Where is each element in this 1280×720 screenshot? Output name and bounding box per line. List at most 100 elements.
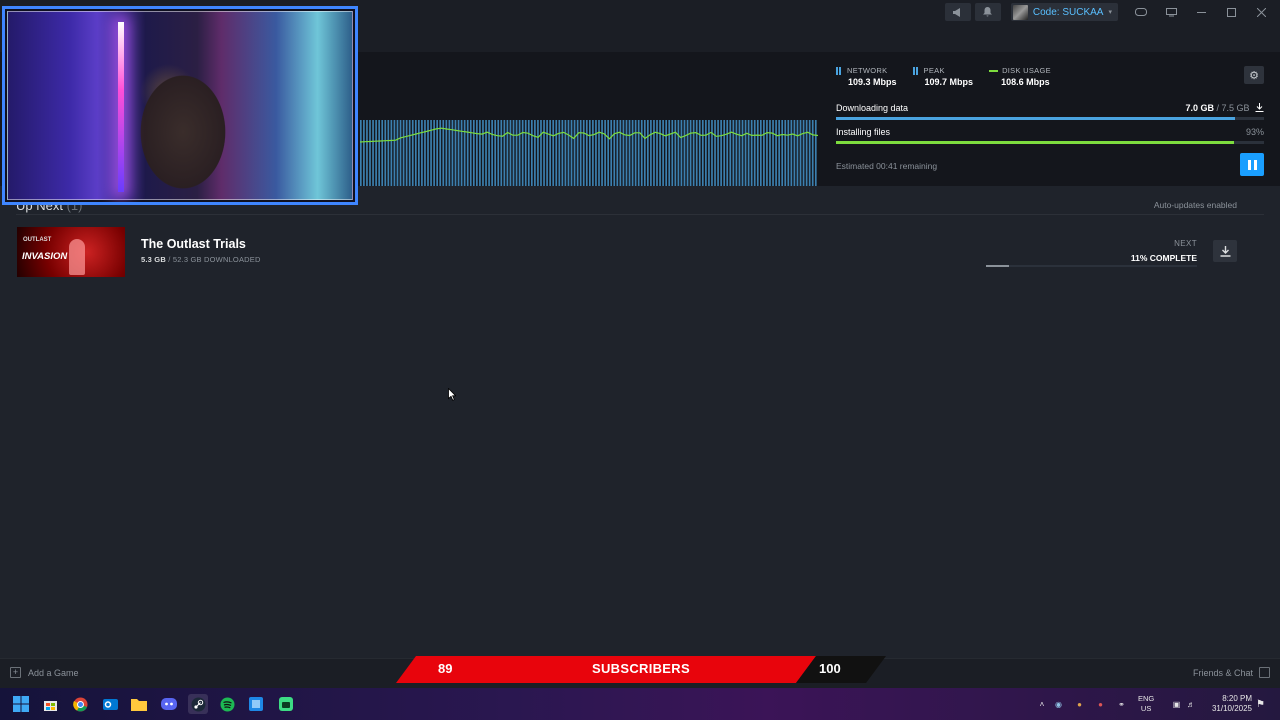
microphone-icon[interactable]: ⚭ bbox=[1111, 700, 1132, 709]
graph-bar bbox=[436, 120, 439, 186]
graph-bar bbox=[408, 120, 411, 186]
graph-bar bbox=[424, 120, 426, 186]
input-language[interactable]: ENG US bbox=[1138, 694, 1154, 714]
microsoft-store-icon[interactable] bbox=[40, 694, 60, 714]
notification-bell-icon: ⚑ bbox=[1256, 698, 1265, 710]
chrome-icon[interactable] bbox=[70, 694, 90, 714]
account-menu[interactable]: Code: SUCKAA ▾ bbox=[1010, 3, 1118, 21]
graph-bar bbox=[396, 120, 399, 186]
graph-bar bbox=[622, 120, 625, 186]
windows-taskbar: ˄ ◉ ● ● ⚭ ENG US ▣ ♬ 8:20 PM 31/10/2025 … bbox=[0, 688, 1280, 720]
taskbar-clock[interactable]: 8:20 PM 31/10/2025 bbox=[1204, 694, 1252, 714]
disk-series-icon bbox=[989, 69, 999, 72]
install-progress-fill bbox=[836, 141, 1235, 144]
graph-bar bbox=[732, 120, 735, 186]
graph-bar bbox=[656, 120, 658, 186]
graph-bar bbox=[753, 120, 756, 186]
add-game-button[interactable]: + Add a Game bbox=[10, 667, 79, 678]
graph-bar bbox=[463, 120, 466, 186]
graph-bar bbox=[808, 120, 811, 186]
graph-bar bbox=[659, 120, 661, 186]
pause-icon-bar bbox=[1247, 159, 1251, 170]
download-settings-button[interactable]: ⚙ bbox=[1244, 66, 1264, 84]
graph-bar bbox=[701, 120, 704, 186]
close-icon[interactable] bbox=[1248, 3, 1274, 21]
graph-bar bbox=[466, 120, 469, 186]
android-icon[interactable] bbox=[276, 694, 296, 714]
auto-updates-status: Auto-updates enabled bbox=[1153, 200, 1237, 210]
app-icon[interactable] bbox=[246, 694, 266, 714]
discord-icon[interactable] bbox=[159, 694, 179, 714]
file-explorer-icon[interactable] bbox=[129, 694, 149, 714]
graph-bar bbox=[494, 120, 497, 186]
windows-start-icon[interactable] bbox=[11, 694, 31, 714]
peak-series-icon bbox=[912, 66, 920, 75]
graph-bar bbox=[723, 120, 726, 186]
size-rest: / 52.3 GB DOWNLOADED bbox=[165, 255, 261, 264]
language-code: ENG bbox=[1138, 694, 1155, 703]
pause-button[interactable] bbox=[1240, 153, 1264, 176]
chevron-up-icon[interactable]: ˄ bbox=[1036, 700, 1048, 709]
download-stats: NETWORK 109.3 Mbps PEAK 109.7 Mbps DISK … bbox=[836, 66, 1051, 87]
graph-bar bbox=[705, 120, 707, 186]
graph-bar bbox=[411, 120, 414, 186]
subscriber-goal-overlay: 89 SUBSCRIBERS 100 bbox=[396, 656, 886, 683]
minimize-icon[interactable] bbox=[1188, 3, 1214, 21]
network-series-icon bbox=[836, 66, 843, 75]
graph-bar bbox=[582, 120, 585, 186]
stat-value: 109.7 Mbps bbox=[924, 77, 974, 87]
graph-bar bbox=[360, 120, 362, 186]
notification-center[interactable]: ⚑ bbox=[1256, 688, 1265, 720]
graph-bar bbox=[543, 120, 545, 186]
graph-bar bbox=[708, 120, 710, 186]
game-thumbnail[interactable]: OUTLAST INVASION bbox=[17, 227, 125, 277]
steam-icon[interactable] bbox=[188, 694, 208, 714]
queue-progress-fill bbox=[986, 265, 1010, 267]
clock-time: 8:20 PM bbox=[1222, 694, 1252, 703]
vr-icon[interactable] bbox=[1128, 3, 1154, 21]
app-tray-icon[interactable]: ● bbox=[1090, 700, 1111, 709]
downloading-label: Downloading data bbox=[836, 103, 909, 113]
webcam-overlay bbox=[2, 6, 358, 205]
graph-bar bbox=[744, 120, 747, 186]
graph-bar bbox=[570, 120, 573, 186]
bell-icon[interactable] bbox=[974, 3, 1001, 21]
graph-bar bbox=[747, 120, 750, 186]
quick-settings[interactable]: ▣ ♬ bbox=[1170, 688, 1199, 720]
graph-bar bbox=[692, 120, 695, 186]
graph-bar bbox=[683, 120, 686, 186]
graph-bar bbox=[668, 120, 671, 186]
bandwidth-graph bbox=[360, 120, 818, 186]
graph-bar bbox=[366, 120, 368, 186]
graph-bar bbox=[488, 120, 490, 186]
graph-bar bbox=[796, 120, 799, 186]
graph-bar bbox=[784, 120, 787, 186]
graph-bar bbox=[793, 120, 796, 186]
graph-bar bbox=[763, 120, 765, 186]
monitor-icon[interactable] bbox=[1158, 3, 1184, 21]
friends-chat-button[interactable]: Friends & Chat bbox=[1193, 667, 1270, 678]
download-arrow-icon bbox=[1255, 103, 1264, 112]
megaphone-icon[interactable] bbox=[944, 3, 971, 21]
installing-label: Installing files bbox=[836, 127, 891, 137]
graph-bar bbox=[680, 120, 683, 186]
graph-bar bbox=[503, 120, 506, 186]
chrome-tray-icon[interactable]: ● bbox=[1069, 700, 1090, 709]
spotify-icon[interactable] bbox=[217, 694, 237, 714]
graph-bar bbox=[738, 120, 741, 186]
graph-bar bbox=[524, 120, 527, 186]
graph-bar bbox=[616, 120, 619, 186]
outlook-icon[interactable] bbox=[100, 694, 120, 714]
clock-date: 31/10/2025 bbox=[1211, 704, 1252, 713]
stat-peak: PEAK 109.7 Mbps bbox=[912, 66, 974, 87]
graph-bar bbox=[811, 120, 814, 186]
maximize-icon[interactable] bbox=[1218, 3, 1244, 21]
start-download-button[interactable] bbox=[1213, 240, 1237, 262]
steam-tray-icon[interactable]: ◉ bbox=[1048, 700, 1069, 709]
downloaded-value: 7.0 GB bbox=[1185, 103, 1214, 113]
game-title[interactable]: The Outlast Trials bbox=[141, 237, 246, 251]
complete-percent: 11% COMPLETE bbox=[1130, 253, 1197, 263]
installing-row: Installing files 93% bbox=[836, 127, 1264, 144]
graph-bar bbox=[643, 120, 646, 186]
next-label: NEXT bbox=[1174, 239, 1197, 248]
